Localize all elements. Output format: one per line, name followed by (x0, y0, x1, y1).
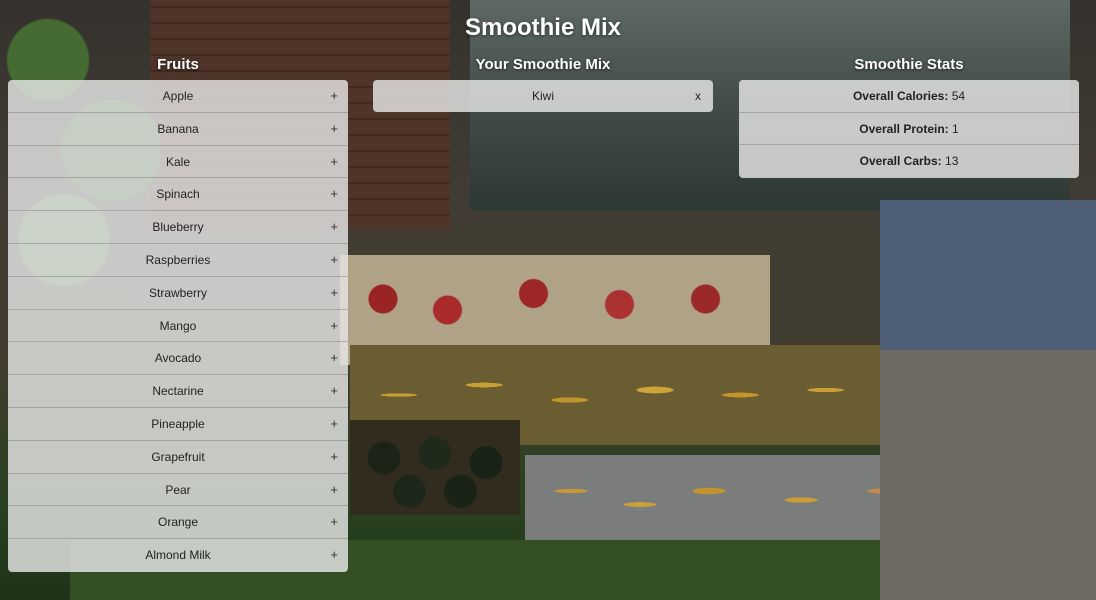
fruit-item-label: Banana (157, 121, 199, 136)
fruit-item-almond-milk[interactable]: Almond Milk + (8, 539, 348, 572)
add-orange-button[interactable]: + (330, 506, 338, 538)
add-pear-button[interactable]: + (330, 474, 338, 506)
app-title: Smoothie Mix (464, 14, 621, 41)
add-banana-button[interactable]: + (330, 113, 338, 145)
fruit-item-kale[interactable]: Kale + (8, 146, 348, 179)
fruit-item-nectarine[interactable]: Nectarine + (8, 375, 348, 408)
stat-calories-value: 54 (951, 89, 966, 103)
fruit-item-raspberries[interactable]: Raspberries + (8, 244, 348, 277)
stats-heading: Smoothie Stats (854, 56, 964, 73)
fruit-item-label: Raspberries (145, 252, 211, 267)
add-grapefruit-button[interactable]: + (330, 441, 338, 473)
fruit-item-label: Almond Milk (145, 548, 211, 563)
fruit-item-label: Kale (165, 154, 191, 169)
fruit-item-orange[interactable]: Orange + (8, 506, 348, 540)
fruit-item-banana[interactable]: Banana + (8, 113, 348, 146)
add-mango-button[interactable]: + (330, 310, 338, 342)
add-pineapple-button[interactable]: + (330, 408, 338, 440)
add-almond-milk-button[interactable]: + (330, 539, 338, 571)
fruit-item-label: Blueberry (152, 220, 204, 235)
fruits-heading: Fruits (157, 56, 199, 73)
stat-protein-label: Overall Protein: (859, 121, 949, 136)
fruit-item-spinach[interactable]: Spinach + (8, 178, 348, 212)
fruit-list: Apple + Banana + Kale + Spinach + Blueberry + Rasp… (8, 80, 348, 572)
mix-item-label: Kiwi (531, 89, 554, 103)
fruit-item-apple[interactable]: Apple + (8, 80, 348, 113)
fruit-item-grapefruit[interactable]: Grapefruit + (8, 441, 348, 474)
fruit-item-blueberry[interactable]: Blueberry + (8, 211, 348, 244)
fruit-item-label: Orange (157, 515, 199, 530)
fruit-item-label: Avocado (154, 351, 202, 366)
fruit-item-strawberry[interactable]: Strawberry + (8, 277, 348, 310)
fruit-item-label: Strawberry (148, 285, 207, 300)
mix-item-kiwi: Kiwi x (373, 80, 713, 112)
add-apple-button[interactable]: + (330, 80, 338, 112)
fruit-item-label: Grapefruit (151, 449, 205, 464)
smoothie-stats-panel: Overall Calories: 54 Overall Protein: 1 … (739, 80, 1079, 178)
stat-calories-label: Overall Calories: (852, 89, 949, 103)
add-avocado-button[interactable]: + (330, 342, 338, 374)
fruit-item-label: Apple (162, 89, 194, 103)
add-nectarine-button[interactable]: + (330, 375, 338, 407)
remove-kiwi-button[interactable]: x (695, 80, 701, 112)
stat-protein-value: 1 (952, 121, 959, 136)
smoothie-mix-list: Kiwi x (373, 80, 713, 112)
add-raspberries-button[interactable]: + (330, 244, 338, 276)
add-spinach-button[interactable]: + (330, 178, 338, 210)
fruit-item-pineapple[interactable]: Pineapple + (8, 408, 348, 441)
stat-carbs-value: 13 (945, 154, 959, 168)
stat-carbs-label: Overall Carbs: (859, 154, 942, 168)
fruit-item-mango[interactable]: Mango + (8, 310, 348, 343)
fruit-item-label: Pear (165, 482, 191, 497)
fruit-item-label: Spinach (156, 187, 200, 202)
fruit-item-label: Nectarine (152, 384, 204, 399)
stat-calories: Overall Calories: 54 (739, 80, 1079, 113)
fruit-item-avocado[interactable]: Avocado + (8, 342, 348, 376)
fruit-item-label: Pineapple (151, 416, 205, 431)
stat-protein: Overall Protein: 1 (739, 113, 1079, 145)
add-blueberry-button[interactable]: + (330, 211, 338, 243)
add-strawberry-button[interactable]: + (330, 277, 338, 309)
fruit-item-pear[interactable]: Pear + (8, 474, 348, 507)
stat-carbs: Overall Carbs: 13 (739, 145, 1079, 178)
fruit-item-label: Mango (159, 318, 197, 333)
add-kale-button[interactable]: + (330, 146, 338, 178)
mix-heading: Your Smoothie Mix (475, 56, 611, 73)
